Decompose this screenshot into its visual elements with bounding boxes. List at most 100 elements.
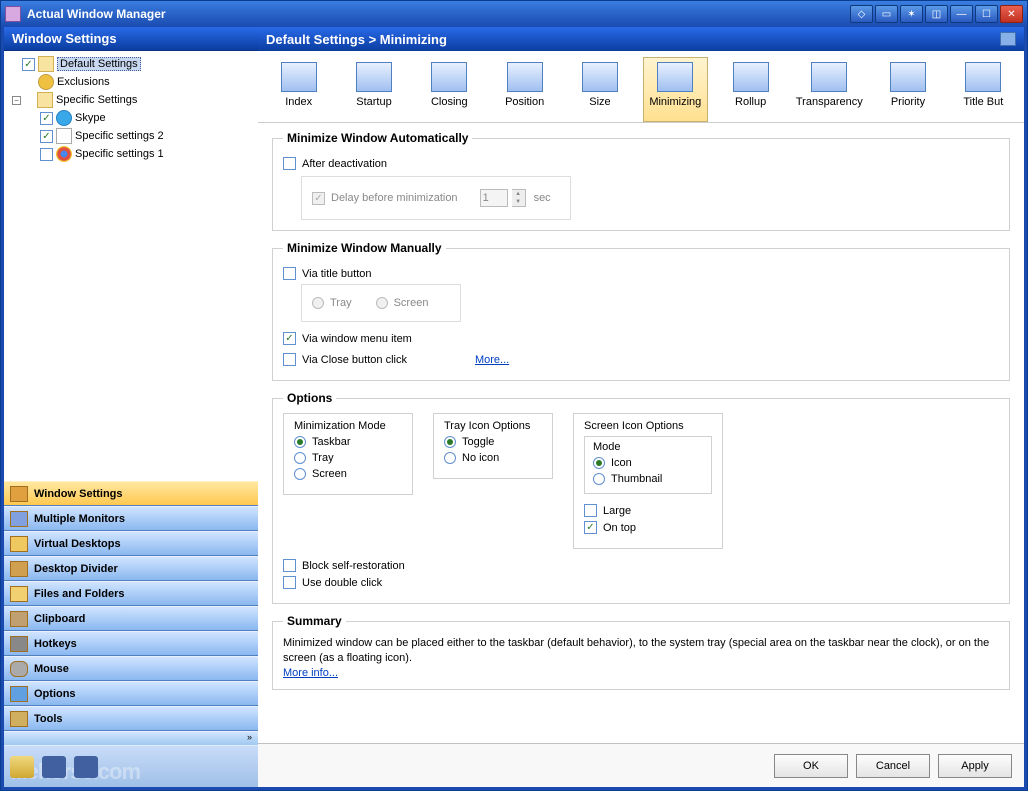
- nav-panel: Window Settings Multiple Monitors Virtua…: [4, 481, 258, 745]
- tree-specific-settings[interactable]: − Specific Settings: [8, 91, 254, 109]
- settings-tree[interactable]: ✓ Default Settings Exclusions − Specific…: [4, 51, 258, 481]
- folder-icon: [38, 56, 54, 72]
- nav-hotkeys[interactable]: Hotkeys: [4, 631, 258, 656]
- ok-button[interactable]: OK: [774, 754, 848, 778]
- label-after-deactivation: After deactivation: [302, 158, 387, 170]
- nav-tools[interactable]: Tools: [4, 706, 258, 731]
- checkbox-icon[interactable]: ✓: [40, 112, 53, 125]
- main-panel: Default Settings > Minimizing Index Star…: [258, 27, 1024, 787]
- checkbox-icon[interactable]: ✓: [40, 130, 53, 143]
- checkbox-large[interactable]: [584, 504, 597, 517]
- apply-button[interactable]: Apply: [938, 754, 1012, 778]
- breadcrumb: Default Settings > Minimizing: [266, 32, 1000, 47]
- maximize-button[interactable]: ☐: [975, 5, 998, 23]
- monitors-icon: [10, 511, 28, 527]
- titlebar-extra-4[interactable]: ◫: [925, 5, 948, 23]
- tree-default-settings[interactable]: ✓ Default Settings: [8, 55, 254, 73]
- titlebar[interactable]: Actual Window Manager ◇ ▭ ✶ ◫ — ☐ ✕: [1, 1, 1027, 27]
- app-window: Actual Window Manager ◇ ▭ ✶ ◫ — ☐ ✕ Wind…: [0, 0, 1028, 791]
- titlebar-extra-2[interactable]: ▭: [875, 5, 898, 23]
- closing-icon: [431, 62, 467, 92]
- tab-startup[interactable]: Startup: [341, 57, 406, 122]
- titlebar-extra-3[interactable]: ✶: [900, 5, 923, 23]
- tree-specific-1[interactable]: Specific settings 1: [8, 145, 254, 163]
- close-button[interactable]: ✕: [1000, 5, 1023, 23]
- label-sicon: Screen Icon Options: [584, 420, 712, 432]
- tab-transparency[interactable]: Transparency: [793, 57, 865, 122]
- spinner-buttons: ▲▼: [512, 189, 526, 207]
- nav-desktop-divider[interactable]: Desktop Divider: [4, 556, 258, 581]
- nav-virtual-desktops[interactable]: Virtual Desktops: [4, 531, 258, 556]
- tab-position[interactable]: Position: [492, 57, 557, 122]
- tab-closing[interactable]: Closing: [417, 57, 482, 122]
- tree-specific-2[interactable]: ✓ Specific settings 2: [8, 127, 254, 145]
- tab-size[interactable]: Size: [567, 57, 632, 122]
- group-minimization-mode: Minimization Mode Taskbar Tray Screen: [283, 413, 413, 495]
- checkbox-via-title[interactable]: [283, 267, 296, 280]
- checkbox-via-menu[interactable]: ✓: [283, 332, 296, 345]
- sidebar-footer: filehorse.com: [4, 745, 258, 787]
- tab-rollup[interactable]: Rollup: [718, 57, 783, 122]
- tree-exclusions[interactable]: Exclusions: [8, 73, 254, 91]
- label-mode: Mode: [593, 441, 703, 453]
- app-icon: [5, 6, 21, 22]
- keyboard-icon: [10, 636, 28, 652]
- radio-tray-mode[interactable]: [294, 452, 306, 464]
- radio-thumbnail[interactable]: [593, 473, 605, 485]
- tab-minimizing[interactable]: Minimizing: [643, 57, 708, 122]
- footer-icon-3[interactable]: [74, 756, 98, 778]
- nav-files-folders[interactable]: Files and Folders: [4, 581, 258, 606]
- clipboard-icon: [10, 611, 28, 627]
- group-tray-icon-options: Tray Icon Options Toggle No icon: [433, 413, 553, 479]
- nav-expand[interactable]: »: [4, 731, 258, 745]
- group-options: Options Minimization Mode Taskbar Tray S…: [272, 391, 1010, 604]
- link-more-info[interactable]: More info...: [283, 667, 338, 679]
- checkbox-ontop[interactable]: ✓: [584, 521, 597, 534]
- radio-toggle[interactable]: [444, 436, 456, 448]
- label-manual-screen: Screen: [394, 297, 429, 309]
- position-icon: [507, 62, 543, 92]
- link-more[interactable]: More...: [475, 354, 509, 366]
- tree-label: Specific settings 2: [75, 130, 164, 142]
- checkbox-use-double-click[interactable]: [283, 576, 296, 589]
- radio-screen-mode[interactable]: [294, 468, 306, 480]
- tab-title-buttons[interactable]: Title But: [951, 57, 1016, 122]
- titlebar-extra-1[interactable]: ◇: [850, 5, 873, 23]
- label-sec: sec: [534, 192, 551, 204]
- cancel-button[interactable]: Cancel: [856, 754, 930, 778]
- radio-taskbar[interactable]: [294, 436, 306, 448]
- nav-clipboard[interactable]: Clipboard: [4, 606, 258, 631]
- size-icon: [582, 62, 618, 92]
- checkbox-block-self-restoration[interactable]: [283, 559, 296, 572]
- checkbox-icon[interactable]: ✓: [22, 58, 35, 71]
- minimize-button[interactable]: —: [950, 5, 973, 23]
- radio-icon[interactable]: [593, 457, 605, 469]
- tree-label: Exclusions: [57, 76, 110, 88]
- radio-no-icon[interactable]: [444, 452, 456, 464]
- exclusions-icon: [38, 74, 54, 90]
- nav-options[interactable]: Options: [4, 681, 258, 706]
- tab-index[interactable]: Index: [266, 57, 331, 122]
- label-taskbar: Taskbar: [312, 436, 351, 448]
- checkbox-after-deactivation[interactable]: [283, 157, 296, 170]
- help-button[interactable]: [10, 756, 34, 778]
- tree-skype[interactable]: ✓ Skype: [8, 109, 254, 127]
- footer-icon-2[interactable]: [42, 756, 66, 778]
- content-area: Minimize Window Automatically After deac…: [258, 123, 1024, 743]
- collapse-icon[interactable]: −: [12, 96, 21, 105]
- label-ticon: Tray Icon Options: [444, 420, 542, 432]
- checkbox-via-close[interactable]: [283, 353, 296, 366]
- mouse-icon: [10, 661, 28, 677]
- tab-toolbar: Index Startup Closing Position Size Mini…: [258, 51, 1024, 123]
- copy-settings-icon[interactable]: [1000, 32, 1016, 46]
- blank-icon: [56, 128, 72, 144]
- group-auto-minimize: Minimize Window Automatically After deac…: [272, 131, 1010, 231]
- label-mmode: Minimization Mode: [294, 420, 402, 432]
- nav-window-settings[interactable]: Window Settings: [4, 481, 258, 506]
- checkbox-icon[interactable]: [40, 148, 53, 161]
- nav-multiple-monitors[interactable]: Multiple Monitors: [4, 506, 258, 531]
- radio-tray: [312, 297, 324, 309]
- nav-mouse[interactable]: Mouse: [4, 656, 258, 681]
- tab-priority[interactable]: Priority: [875, 57, 940, 122]
- dialog-footer: OK Cancel Apply: [258, 743, 1024, 787]
